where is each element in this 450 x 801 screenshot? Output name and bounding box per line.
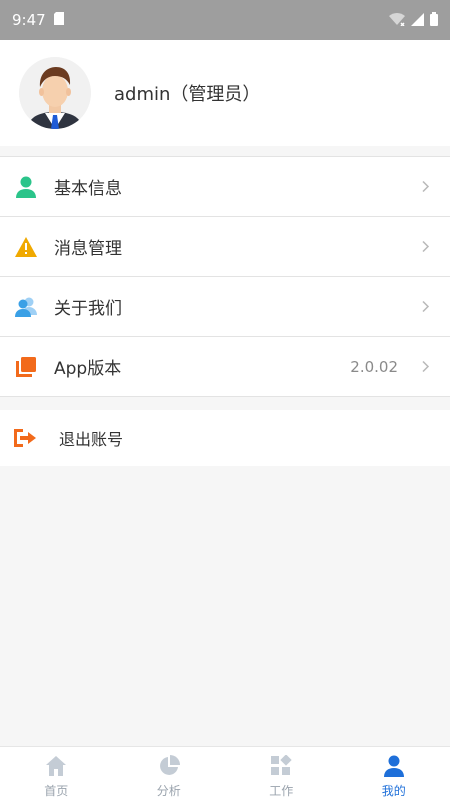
chevron-right-icon	[422, 297, 430, 316]
warning-icon	[15, 236, 37, 258]
logout-button[interactable]: 退出账号	[0, 410, 450, 466]
home-icon	[45, 755, 67, 777]
settings-menu: 基本信息 消息管理 关于我们 App版本 2.0.02	[0, 156, 450, 397]
tab-work[interactable]: 工作	[225, 747, 338, 801]
pie-chart-icon	[158, 755, 180, 777]
copy-icon	[15, 356, 37, 378]
menu-item-label: 关于我们	[54, 294, 122, 319]
status-bar: 9:47	[0, 0, 450, 40]
app-version-value: 2.0.02	[350, 358, 398, 376]
chevron-right-icon	[422, 177, 430, 196]
signal-icon	[411, 11, 424, 30]
menu-item-about-us[interactable]: 关于我们	[0, 277, 450, 337]
menu-item-label: 消息管理	[54, 234, 122, 259]
user-icon	[383, 755, 405, 777]
menu-item-app-version[interactable]: App版本 2.0.02	[0, 337, 450, 397]
tab-label: 工作	[269, 782, 293, 799]
chevron-right-icon	[422, 357, 430, 376]
tab-analysis[interactable]: 分析	[113, 747, 226, 801]
logout-icon	[14, 427, 36, 449]
menu-item-basic-info[interactable]: 基本信息	[0, 157, 450, 217]
sd-card-icon	[54, 11, 64, 29]
users-icon	[15, 296, 37, 318]
status-time: 9:47	[12, 11, 46, 29]
menu-item-messages[interactable]: 消息管理	[0, 217, 450, 277]
tab-label: 分析	[157, 782, 181, 799]
tab-mine[interactable]: 我的	[338, 747, 450, 801]
menu-item-label: App版本	[54, 354, 121, 379]
battery-icon	[430, 11, 438, 30]
username: admin（管理员）	[114, 80, 260, 106]
tab-label: 我的	[382, 782, 406, 799]
wifi-icon	[389, 11, 405, 30]
user-icon	[15, 176, 37, 198]
profile-header[interactable]: admin（管理员）	[0, 40, 450, 146]
avatar[interactable]	[19, 57, 91, 129]
logout-label: 退出账号	[59, 426, 123, 450]
menu-item-label: 基本信息	[54, 174, 122, 199]
apps-icon	[270, 755, 292, 777]
tab-home[interactable]: 首页	[0, 747, 113, 801]
chevron-right-icon	[422, 237, 430, 256]
tab-label: 首页	[44, 782, 68, 799]
bottom-tab-bar: 首页 分析 工作 我的	[0, 746, 450, 801]
